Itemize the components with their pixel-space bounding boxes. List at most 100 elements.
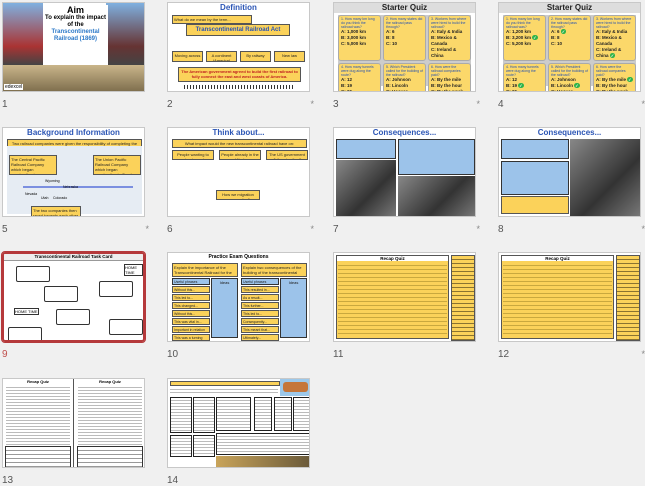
check-icon: ✓ bbox=[532, 35, 538, 40]
slide-thumbnail-4[interactable]: Starter Quiz 1. How many km long do you … bbox=[498, 2, 645, 110]
star-icon[interactable]: * bbox=[641, 349, 645, 359]
star-icon[interactable]: * bbox=[310, 99, 314, 109]
term: Transcontinental Railroad Act bbox=[186, 24, 290, 36]
quiz-question: 5. Which President called for the buildi… bbox=[548, 63, 591, 91]
slide-thumbnail-8[interactable]: Consequences... 8 * bbox=[498, 127, 645, 235]
slide-preview[interactable]: Recap Quiz Recap Quiz bbox=[2, 378, 145, 468]
bottom-box: The two companies then raced towards eac… bbox=[31, 206, 81, 216]
slide-thumbnail-2[interactable]: Definition What do we mean by the term..… bbox=[167, 2, 314, 110]
star-icon[interactable]: * bbox=[145, 224, 149, 234]
slide-thumbnail-6[interactable]: Think about... What impact would the new… bbox=[167, 127, 314, 235]
definition-answer: The American government agreed to build … bbox=[178, 67, 301, 82]
map-label: Utah bbox=[41, 196, 49, 200]
slide-preview[interactable]: Recap Quiz bbox=[498, 252, 641, 342]
slide-title: Starter Quiz bbox=[499, 3, 640, 13]
home-time-sign: HOME TIME bbox=[14, 308, 39, 315]
slide-number: 6 bbox=[167, 224, 173, 235]
check-icon: ✓ bbox=[518, 83, 524, 88]
right-box: The Union Pacific Railroad Company which… bbox=[93, 155, 141, 175]
ideas-column: Ideas bbox=[211, 278, 238, 338]
slide-title: Think about... bbox=[212, 128, 265, 137]
quiz-question: 4. How many tunnels were dug along the r… bbox=[338, 63, 381, 91]
slide-title: Recap Quiz bbox=[27, 379, 49, 384]
star-icon[interactable]: * bbox=[310, 224, 314, 234]
slide-title: Recap Quiz bbox=[337, 256, 448, 261]
slide-preview[interactable]: Consequences... bbox=[333, 127, 476, 217]
slide-thumbnail-1[interactable]: Aim To explain the impact of the Transco… bbox=[2, 2, 145, 110]
quiz-question: 1. How many km long do you think the rai… bbox=[338, 15, 381, 61]
map-label: Colorado bbox=[53, 196, 68, 200]
slide-preview[interactable]: Background Information Two railroad comp… bbox=[2, 127, 145, 217]
slide-title: Recap Quiz bbox=[502, 256, 613, 261]
slide-preview[interactable]: Transcontinental Railroad Task Card HOME… bbox=[1, 251, 146, 343]
slide-number: 9 bbox=[2, 349, 8, 360]
slide-number: 11 bbox=[333, 349, 344, 360]
slide-number: 1 bbox=[2, 99, 8, 110]
slide-preview[interactable]: Consequences... bbox=[498, 127, 641, 217]
slide-number: 12 bbox=[498, 349, 510, 360]
slide-title: Background Information bbox=[27, 128, 120, 137]
slide-thumbnail-13[interactable]: Recap Quiz Recap Quiz 13 bbox=[2, 378, 145, 486]
exam-question-1: Explain the importance of the Transconti… bbox=[172, 263, 238, 277]
quiz-question: 6. How were the railroad companies paid?… bbox=[428, 63, 471, 91]
map-label: Nebraska bbox=[63, 185, 78, 189]
star-icon[interactable]: * bbox=[476, 99, 480, 109]
edexcel-logo: edexcel bbox=[4, 84, 24, 90]
map-label: Nevada bbox=[25, 192, 38, 196]
slide-thumbnail-5[interactable]: Background Information Two railroad comp… bbox=[2, 127, 149, 235]
think-box: People already in the West bbox=[219, 150, 261, 160]
slide-thumbnail-14[interactable]: 14 bbox=[167, 378, 310, 486]
slide-number: 10 bbox=[167, 349, 179, 360]
exam-question-2: Explain two consequences of the building… bbox=[241, 263, 307, 277]
slide-thumbnail-9[interactable]: Transcontinental Railroad Task Card HOME… bbox=[1, 251, 146, 360]
term-part: New law bbox=[274, 51, 305, 62]
quiz-question: 6. How were the railroad companies paid?… bbox=[593, 63, 636, 91]
slide-preview[interactable]: Think about... What impact would the new… bbox=[167, 127, 310, 217]
question: What do we mean by the term... bbox=[172, 15, 252, 24]
slide-thumbnail-12[interactable]: Recap Quiz 12 * bbox=[498, 252, 645, 360]
star-icon[interactable]: * bbox=[476, 224, 480, 234]
slide-title: Starter Quiz bbox=[334, 3, 475, 13]
ideas-column: Ideas bbox=[280, 278, 307, 338]
check-icon: ✓ bbox=[560, 29, 567, 34]
think-box: People wanting to migrate west bbox=[172, 150, 214, 160]
slide-preview[interactable]: Starter Quiz 1. How many km long do you … bbox=[498, 2, 641, 92]
question: What impact would the new transcontinent… bbox=[172, 139, 307, 148]
term-part: By railway bbox=[240, 51, 271, 62]
quiz-question: 1. How many km long do you think the rai… bbox=[503, 15, 546, 61]
quiz-question: 2. How many states did the railroad pass… bbox=[383, 15, 426, 61]
star-icon[interactable]: * bbox=[641, 224, 645, 234]
quiz-question: 2. How many states did the railroad pass… bbox=[548, 15, 591, 61]
bottom-box: How we migration anyone else? bbox=[216, 190, 260, 200]
slide-preview[interactable]: Practice Exam Questions Explain the impo… bbox=[167, 252, 310, 342]
slide-preview[interactable]: Definition What do we mean by the term..… bbox=[167, 2, 310, 92]
slide-number: 8 bbox=[498, 224, 504, 235]
slide-preview[interactable]: Aim To explain the impact of the Transco… bbox=[2, 2, 145, 92]
quiz-question: 4. How many tunnels were dug along the r… bbox=[503, 63, 546, 91]
slide-thumbnail-3[interactable]: Starter Quiz 1. How many km long do you … bbox=[333, 2, 480, 110]
slide-preview[interactable] bbox=[167, 378, 310, 468]
slide-number: 14 bbox=[167, 475, 179, 486]
slide-number: 5 bbox=[2, 224, 8, 235]
slide-thumbnail-7[interactable]: Consequences... 7 * bbox=[333, 127, 480, 235]
slide-title: Transcontinental Railroad Task Card bbox=[4, 254, 143, 261]
slide-thumbnail-11[interactable]: Recap Quiz 11 bbox=[333, 252, 476, 360]
home-time-sign: HOME TIME bbox=[124, 264, 143, 276]
term-part: Moving across bbox=[172, 51, 203, 62]
think-box: The US government & America itself bbox=[266, 150, 308, 160]
slide-highlight: Transcontinental Railroad (1869) bbox=[51, 29, 100, 42]
slide-thumbnail-10[interactable]: Practice Exam Questions Explain the impo… bbox=[167, 252, 310, 360]
slide-text: To explain the impact of the bbox=[45, 15, 106, 28]
slide-title: Consequences... bbox=[537, 128, 602, 137]
quiz-question: 5. Which President called for the buildi… bbox=[383, 63, 426, 91]
check-icon: ✓ bbox=[574, 83, 580, 88]
slide-title: Practice Exam Questions bbox=[208, 254, 269, 260]
check-icon: ✓ bbox=[627, 77, 633, 82]
left-box: The Central Pacific Railroad Company whi… bbox=[9, 155, 57, 175]
slide-title: Aim bbox=[66, 5, 84, 15]
slide-number: 7 bbox=[333, 224, 339, 235]
check-icon: ✓ bbox=[609, 53, 616, 58]
slide-preview[interactable]: Recap Quiz bbox=[333, 252, 476, 342]
slide-preview[interactable]: Starter Quiz 1. How many km long do you … bbox=[333, 2, 476, 92]
star-icon[interactable]: * bbox=[641, 99, 645, 109]
